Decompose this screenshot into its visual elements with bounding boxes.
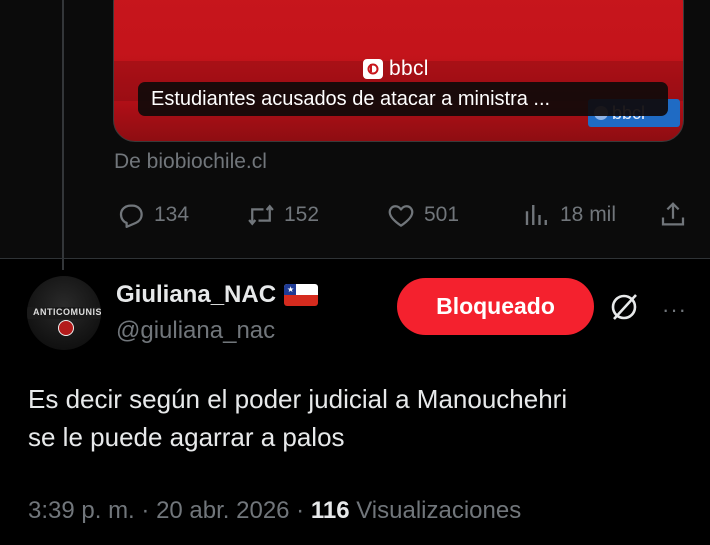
user-handle[interactable]: @giuliana_nac <box>116 317 275 345</box>
repost-action[interactable]: 152 <box>246 200 319 230</box>
link-card[interactable]: bbcl bbcl <box>113 0 684 142</box>
bbcl-logo-icon <box>363 59 383 79</box>
display-name[interactable]: Giuliana_NAC <box>116 281 276 309</box>
views-total: 18 mil <box>560 203 617 226</box>
like-count: 501 <box>424 203 460 226</box>
bbcl-logo: bbcl <box>363 57 429 81</box>
bbcl-logo-text: bbcl <box>389 57 429 80</box>
views-chart-icon <box>525 205 547 225</box>
avatar-text: ANTICOMUNISTA <box>33 307 101 317</box>
repost-count: 152 <box>284 203 320 226</box>
like-action[interactable]: 501 <box>386 200 459 230</box>
reply-icon <box>119 204 143 228</box>
heart-icon <box>388 205 414 227</box>
repost-icon <box>248 204 274 226</box>
link-card-caption[interactable]: Estudiantes acusados de atacar a ministr… <box>138 82 668 116</box>
reply-action[interactable]: 134 <box>116 200 189 230</box>
meta-separator: · <box>134 497 157 524</box>
grok-icon[interactable] <box>607 290 641 324</box>
views-count: 116 <box>310 497 350 524</box>
link-source[interactable]: De biobiochile.cl <box>114 150 267 174</box>
post-date[interactable]: 20 abr. 2026 <box>156 497 289 524</box>
more-icon[interactable]: ··· <box>662 297 687 323</box>
meta-separator: · <box>289 497 311 524</box>
post-time[interactable]: 3:39 p. m. <box>28 497 135 524</box>
post-divider <box>0 258 710 259</box>
avatar-emblem <box>58 320 74 336</box>
share-icon <box>661 202 685 226</box>
share-action[interactable] <box>658 200 688 230</box>
views-label: Visualizaciones <box>349 497 522 524</box>
blocked-button[interactable]: Bloqueado <box>397 278 594 335</box>
post-text-line-2: se le puede agarrar a palos <box>28 422 345 452</box>
views-action[interactable]: 18 mil <box>522 200 616 230</box>
chile-flag-icon: ★ <box>284 284 319 306</box>
reply-count: 134 <box>154 203 190 226</box>
post-text-line-1: Es decir según el poder judicial a Manou… <box>28 384 568 414</box>
author-name-row[interactable]: Giuliana_NAC ★ <box>116 281 319 309</box>
post-text: Es decir según el poder judicial a Manou… <box>28 380 567 456</box>
avatar[interactable]: ANTICOMUNISTA <box>27 276 101 350</box>
post-meta: 3:39 p. m. · 20 abr. 2026 · 116 Visualiz… <box>28 497 521 525</box>
thread-line <box>62 0 64 270</box>
